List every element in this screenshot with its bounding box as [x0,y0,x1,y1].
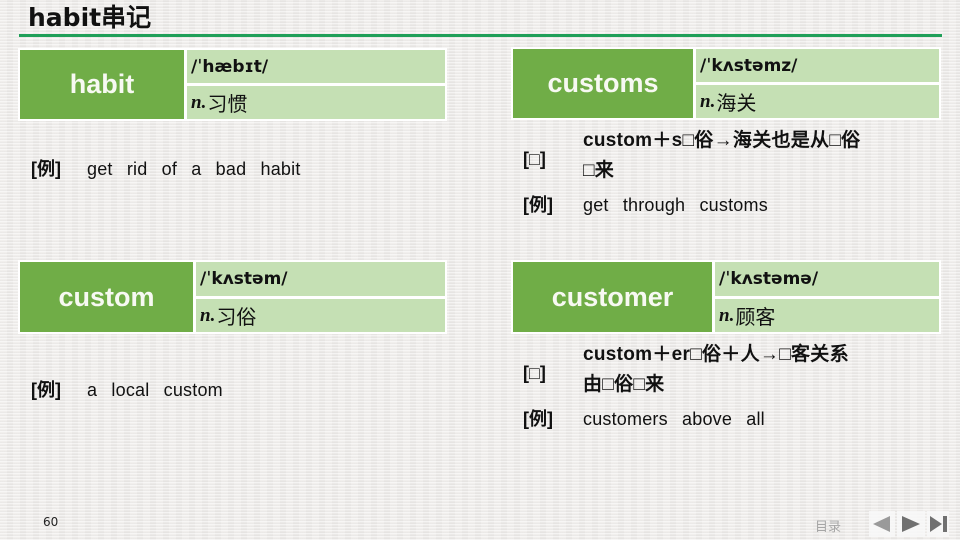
word-card-customer: customer /ˈkʌstəmə/ n. 顾客 [511,260,941,334]
definition: n. 习俗 [196,299,445,332]
etymology-line-1: custom＋er□俗＋人→□客关系 [583,344,849,365]
etymology-line-2: 由□俗□来 [583,374,665,395]
example-text: a local custom [87,380,223,400]
example-tag: [例] [523,409,553,429]
example-text: get rid of a bad habit [87,159,301,179]
word-card-custom: custom /ˈkʌstəm/ n. 习俗 [18,260,447,334]
headword: custom [20,262,193,332]
part-of-speech: n. [700,90,716,112]
meaning: 顾客 [735,307,776,329]
meaning: 习惯 [207,94,248,116]
next-slide-button[interactable] [897,511,925,537]
etymology-line-1: custom＋s□俗→海关也是从□俗 [583,130,861,151]
previous-slide-button[interactable] [869,511,895,537]
headword: habit [20,50,184,119]
part-of-speech: n. [719,304,735,326]
title-underline [19,34,942,37]
example-text: get through customs [583,195,768,215]
etymology-tag: [□] [523,149,546,169]
meaning: 海关 [716,93,757,115]
example-text: customers above all [583,409,765,429]
phonetic: /ˈkʌstəmə/ [715,262,939,296]
example-tag: [例] [31,159,61,179]
page-title: habit串记 [28,3,152,32]
example-tag: [例] [523,195,553,215]
table-of-contents-link[interactable]: 目录 [815,516,841,535]
page-number: 60 [43,515,59,529]
last-slide-button[interactable] [927,511,949,537]
phonetic: /ˈkʌstəmz/ [696,49,939,82]
part-of-speech: n. [200,304,216,326]
definition: n. 习惯 [187,86,445,119]
headword: customs [513,49,693,118]
phonetic: /ˈhæbɪt/ [187,50,445,83]
etymology-line-2: □来 [583,160,615,181]
headword: customer [513,262,712,332]
triangle-left-icon [873,516,890,532]
etymology-tag: [□] [523,363,546,383]
part-of-speech: n. [191,91,207,113]
meaning: 习俗 [216,307,257,329]
definition: n. 海关 [696,85,939,118]
definition: n. 顾客 [715,299,939,332]
phonetic: /ˈkʌstəm/ [196,262,445,296]
triangle-right-icon [902,516,920,532]
example-tag: [例] [31,380,61,400]
word-card-habit: habit /ˈhæbɪt/ n. 习惯 [18,48,447,121]
word-card-customs: customs /ˈkʌstəmz/ n. 海关 [511,47,941,120]
